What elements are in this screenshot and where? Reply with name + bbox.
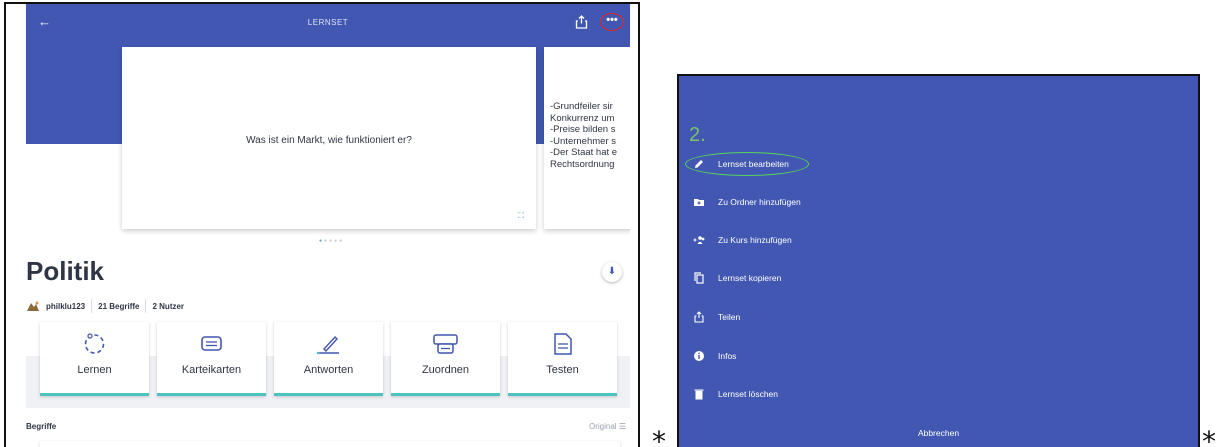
mode-lernen[interactable]: Lernen bbox=[40, 322, 149, 396]
annotation-step-2: 2. bbox=[689, 124, 706, 146]
menu-item-label: Lernset kopieren bbox=[718, 273, 782, 283]
users-count: 2 Nutzer bbox=[152, 301, 185, 311]
menu-item-info[interactable]: Infos bbox=[679, 344, 1198, 368]
sort-label: Original bbox=[589, 422, 617, 431]
flashcards-icon bbox=[201, 336, 222, 351]
separator-asterisk: * bbox=[1202, 425, 1216, 447]
menu-item-label: Zu Kurs hinzufügen bbox=[718, 235, 792, 245]
mode-label: Antworten bbox=[303, 364, 354, 376]
mode-label: Zuordnen bbox=[421, 364, 470, 376]
share-icon[interactable] bbox=[575, 15, 588, 29]
study-modes: Lernen Karteikarten Antworten Zuordnen T… bbox=[40, 322, 617, 396]
cancel-button[interactable]: Abbrechen bbox=[679, 428, 1198, 438]
divider bbox=[91, 299, 93, 313]
menu-item-add-folder[interactable]: Zu Ordner hinzufügen bbox=[679, 190, 1198, 214]
menu-item-label: Lernset bearbeiten bbox=[718, 159, 789, 169]
header-title: LERNSET bbox=[307, 18, 349, 27]
screenshot-composite: ← LERNSET ••• 1. Was ist ein Markt, wie … bbox=[0, 0, 1224, 447]
sort-dropdown[interactable]: Original ☰ bbox=[589, 422, 626, 431]
username[interactable]: philklu123 bbox=[46, 302, 85, 311]
info-icon bbox=[694, 351, 704, 361]
flashcard-next[interactable]: -Grundfeiler sir Konkurrenz um -Preise b… bbox=[544, 47, 630, 229]
terms-heading: Begriffe bbox=[26, 422, 57, 431]
flashcard-current[interactable]: Was ist ein Markt, wie funktioniert er? … bbox=[122, 47, 536, 229]
menu-item-copy[interactable]: Lernset kopieren bbox=[679, 266, 1198, 290]
carousel-dots: ●●●●● bbox=[319, 238, 345, 244]
copy-icon bbox=[694, 272, 704, 284]
pencil-icon bbox=[695, 160, 703, 168]
mode-testen[interactable]: Testen bbox=[508, 322, 617, 396]
menu-item-add-class[interactable]: Zu Kurs hinzufügen bbox=[679, 228, 1198, 252]
term-card[interactable] bbox=[40, 441, 620, 447]
flashcard-next-text: -Grundfeiler sir Konkurrenz um -Preise b… bbox=[550, 101, 618, 170]
separator-asterisk: * bbox=[652, 425, 666, 447]
menu-item-delete[interactable]: Lernset löschen bbox=[679, 382, 1198, 406]
menu-item-share[interactable]: Teilen bbox=[679, 305, 1198, 329]
mode-label: Lernen bbox=[77, 364, 112, 376]
menu-item-edit[interactable]: Lernset bearbeiten bbox=[679, 152, 1198, 176]
menu-item-label: Teilen bbox=[718, 312, 741, 322]
filter-icon: ☰ bbox=[618, 422, 626, 431]
menu-item-label: Infos bbox=[718, 351, 737, 361]
test-document-icon bbox=[554, 333, 572, 355]
lernset-content: ← LERNSET ••• 1. Was ist ein Markt, wie … bbox=[26, 4, 630, 447]
menu-item-label: Lernset löschen bbox=[718, 389, 779, 399]
mode-zuordnen[interactable]: Zuordnen bbox=[391, 322, 500, 396]
match-icon bbox=[433, 334, 458, 354]
terms-count: 21 Begriffe bbox=[98, 301, 140, 311]
folder-add-icon bbox=[694, 199, 704, 206]
avatar[interactable] bbox=[26, 300, 40, 312]
more-dots-icon[interactable]: ••• bbox=[600, 13, 624, 31]
learn-cycle-icon bbox=[84, 333, 105, 354]
options-menu-screen: 2. Lernset bearbeiten Zu Ordner hinzufüg… bbox=[677, 74, 1200, 447]
share-icon bbox=[694, 311, 704, 323]
menu-item-label: Zu Ordner hinzufügen bbox=[718, 197, 801, 207]
class-add-icon bbox=[693, 236, 705, 244]
mode-karteikarten[interactable]: Karteikarten bbox=[157, 322, 266, 396]
mode-antworten[interactable]: Antworten bbox=[274, 322, 383, 396]
divider bbox=[145, 299, 147, 313]
set-title: Politik bbox=[26, 256, 105, 286]
trash-icon bbox=[694, 389, 704, 400]
mode-label: Karteikarten bbox=[181, 364, 242, 376]
expand-icon[interactable]: ⛶ bbox=[518, 211, 524, 221]
mode-label: Testen bbox=[546, 364, 579, 376]
write-pen-icon bbox=[316, 335, 339, 355]
download-icon[interactable]: ⬇ bbox=[602, 262, 622, 282]
lernset-screen: ← LERNSET ••• 1. Was ist ein Markt, wie … bbox=[4, 2, 640, 447]
flashcard-question: Was ist ein Markt, wie funktioniert er? bbox=[246, 135, 412, 146]
set-meta: philklu123 21 Begriffe 2 Nutzer bbox=[26, 298, 184, 314]
